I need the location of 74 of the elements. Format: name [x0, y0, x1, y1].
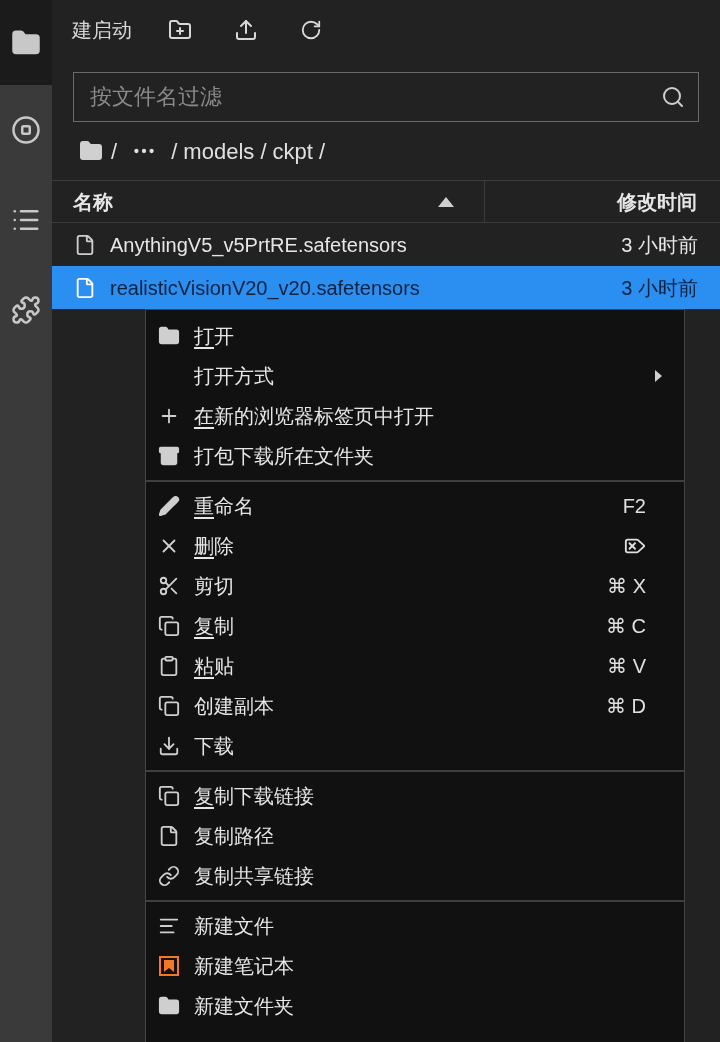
- download-icon: [158, 735, 180, 757]
- file-name: AnythingV5_v5PrtRE.safetensors: [110, 232, 408, 259]
- shortcut-text: ⌘ D: [606, 694, 646, 719]
- modified-time: 3 小时前: [621, 232, 698, 258]
- menu-item-label: 粘贴: [194, 655, 234, 677]
- menu-item[interactable]: 打开方式: [146, 356, 684, 396]
- menu-item-label: 新建文件夹: [194, 995, 294, 1017]
- stop-icon: [11, 115, 41, 145]
- menu-item-label: 打开: [194, 325, 234, 347]
- menu-item-label: 打开方式: [194, 365, 274, 387]
- menu-item[interactable]: 打包下载所在文件夹: [146, 436, 684, 476]
- folder-icon: [158, 325, 180, 347]
- link-icon: [158, 865, 180, 887]
- clipboard-icon: [158, 655, 180, 677]
- modified-time: 3 小时前: [621, 275, 698, 301]
- menu-item[interactable]: 重命名 F2: [146, 486, 684, 526]
- new-folder-icon[interactable]: [168, 18, 192, 42]
- menu-item-label: 下载: [194, 735, 234, 757]
- menu-item-label: 新建笔记本: [194, 955, 294, 977]
- archive-icon: [158, 445, 180, 467]
- column-header[interactable]: 修改时间: [485, 181, 720, 222]
- menu-item-label: 打包下载所在文件夹: [194, 445, 374, 467]
- menu-item[interactable]: 在新的浏览器标签页中打开: [146, 396, 684, 436]
- folder-icon[interactable]: [79, 139, 103, 163]
- menu-item-label: 新建文件: [194, 915, 274, 937]
- copy-icon: [158, 615, 180, 637]
- sidebar-tab[interactable]: [0, 0, 52, 85]
- menu-item[interactable]: 复制 ⌘ C: [146, 606, 684, 646]
- menu-item[interactable]: 复制路径: [146, 816, 684, 856]
- menu-item-label: 复制路径: [194, 825, 274, 847]
- menu-item[interactable]: 新建文件夹: [146, 986, 684, 1026]
- breadcrumb-root[interactable]: /: [111, 134, 118, 168]
- menu-item[interactable]: 剪切 ⌘ X: [146, 566, 684, 606]
- refresh-icon[interactable]: [300, 19, 322, 41]
- file-icon: [74, 276, 96, 299]
- file-row[interactable]: realisticVisionV20_v20.safetensors 3 小时前: [52, 266, 720, 309]
- menu-item[interactable]: 新建文件: [146, 906, 684, 946]
- menu-item-label: 复制: [194, 615, 234, 637]
- notebook-icon: [158, 955, 180, 977]
- menu-item-label: 在新的浏览器标签页中打开: [194, 405, 434, 427]
- shortcut-text: F2: [622, 494, 646, 519]
- file-icon: [74, 233, 96, 256]
- menu-item-label: 剪切: [194, 575, 234, 597]
- menu-item[interactable]: 删除: [146, 526, 684, 566]
- launcher-label[interactable]: 建启动: [72, 15, 132, 45]
- menu-item-label: 复制共享链接: [194, 865, 314, 887]
- menu-item[interactable]: 打开: [146, 316, 684, 356]
- menu-item-label: 重命名: [194, 495, 254, 517]
- menu-item[interactable]: 下载: [146, 726, 684, 766]
- menu-item-label: 复制下载链接: [194, 785, 314, 807]
- scissors-icon: [158, 575, 180, 597]
- file-row[interactable]: AnythingV5_v5PrtRE.safetensors 3 小时前: [52, 223, 720, 266]
- shortcut-text: ⌘ C: [606, 614, 646, 639]
- file-name: realisticVisionV20_v20.safetensors: [110, 275, 421, 302]
- menu-item[interactable]: 复制下载链接: [146, 776, 684, 816]
- menu-item[interactable]: 粘贴 ⌘ V: [146, 646, 684, 686]
- menu-item[interactable]: 新建笔记本: [146, 946, 684, 986]
- sidebar-tab[interactable]: [0, 85, 52, 175]
- filter-field[interactable]: 按文件名过滤: [73, 72, 699, 122]
- copy-icon: [158, 785, 180, 807]
- puzzle-icon: [11, 295, 41, 325]
- column-header[interactable]: 名称: [52, 181, 485, 222]
- file-icon: [158, 825, 180, 847]
- menu-item[interactable]: 复制共享链接: [146, 856, 684, 896]
- menu-item-label: 创建副本: [194, 695, 274, 717]
- shortcut-text: ⌘ X: [607, 574, 646, 599]
- breadcrumb-path[interactable]: / models / ckpt /: [171, 134, 326, 168]
- menu-item[interactable]: 创建副本 ⌘ D: [146, 686, 684, 726]
- copy-icon: [158, 695, 180, 717]
- search-icon: [661, 85, 685, 109]
- upload-icon[interactable]: [234, 18, 258, 42]
- shortcut-text: ⌘ V: [607, 654, 646, 679]
- menu-item-label: 删除: [194, 535, 234, 557]
- pencil-icon: [158, 495, 180, 517]
